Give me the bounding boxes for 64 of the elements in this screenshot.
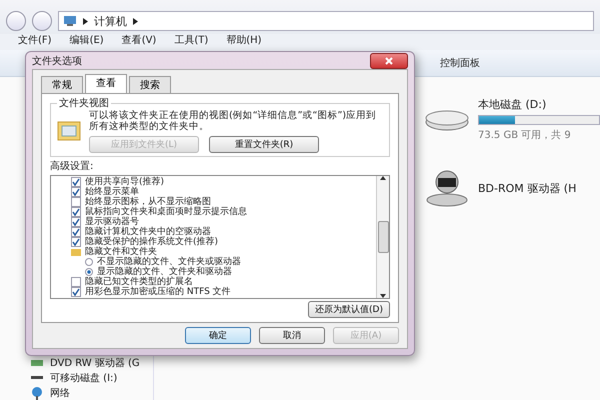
toolbar-button[interactable]: 控制面板 bbox=[440, 56, 480, 70]
checkbox[interactable] bbox=[71, 196, 81, 207]
description-text: 可以将该文件夹正在使用的视图(例如“详细信息”或“图标”)应用到所有这种类型的文件夹中。 bbox=[89, 111, 378, 133]
nav-item[interactable]: 可移动磁盘 (I:) bbox=[50, 371, 118, 385]
menu-item[interactable]: 查看(V) bbox=[122, 35, 156, 47]
close-button[interactable] bbox=[370, 52, 408, 68]
nav-item[interactable]: DVD RW 驱动器 (G bbox=[50, 356, 140, 370]
checkbox[interactable] bbox=[71, 206, 81, 217]
close-icon bbox=[384, 56, 394, 66]
drive-name[interactable]: 本地磁盘 (D:) bbox=[478, 97, 600, 112]
checkbox[interactable] bbox=[71, 236, 81, 247]
restore-defaults-button[interactable]: 还原为默认值(D) bbox=[308, 300, 390, 318]
setting-label: 隐藏计算机文件夹中的空驱动器 bbox=[85, 226, 211, 237]
setting-label: 使用共享向导(推荐) bbox=[85, 176, 164, 187]
tab[interactable]: 常规 bbox=[41, 76, 83, 93]
folder-view-button[interactable]: 重置文件夹(R) bbox=[209, 136, 319, 153]
folder-icon bbox=[71, 248, 81, 256]
folder-icon bbox=[57, 119, 81, 141]
radio-button[interactable] bbox=[85, 258, 93, 266]
menu-item[interactable]: 文件(F) bbox=[18, 35, 52, 47]
menu-item[interactable]: 编辑(E) bbox=[70, 35, 104, 47]
setting-label: 用彩色显示加密或压缩的 NTFS 文件 bbox=[85, 286, 231, 297]
removable-drive-icon bbox=[30, 375, 44, 381]
tab[interactable]: 查看 bbox=[85, 74, 127, 93]
checkbox[interactable] bbox=[71, 276, 81, 287]
scroll-down-icon bbox=[380, 294, 386, 298]
address-path[interactable]: 计算机 bbox=[94, 14, 127, 28]
checkbox[interactable] bbox=[71, 286, 81, 297]
chevron-icon bbox=[83, 18, 88, 24]
dialog-title: 文件夹选项 bbox=[32, 54, 83, 68]
computer-icon bbox=[63, 15, 77, 27]
setting-label: 显示隐藏的文件、文件夹和驱动器 bbox=[97, 266, 232, 277]
dvd-drive-icon bbox=[30, 358, 44, 368]
setting-label: 始终显示菜单 bbox=[85, 186, 139, 197]
scroll-thumb[interactable] bbox=[378, 220, 388, 253]
radio-button[interactable] bbox=[85, 268, 93, 276]
dialog-button[interactable]: 取消 bbox=[259, 326, 325, 344]
checkbox[interactable] bbox=[71, 226, 81, 237]
setting-label: 鼠标指向文件夹和桌面项时显示提示信息 bbox=[85, 206, 247, 217]
nav-item[interactable]: 网络 bbox=[50, 386, 70, 400]
menu-item[interactable]: 帮助(H) bbox=[226, 35, 262, 47]
scrollbar[interactable] bbox=[376, 176, 389, 298]
back-button[interactable] bbox=[6, 11, 26, 31]
drive-space-text: 73.5 GB 可用，共 9 bbox=[478, 128, 572, 142]
chevron-icon bbox=[133, 18, 138, 24]
hard-disk-icon bbox=[424, 108, 470, 132]
setting-label: 始终显示图标，从不显示缩略图 bbox=[85, 196, 211, 207]
setting-label: 隐藏受保护的操作系统文件(推荐) bbox=[85, 236, 218, 247]
setting-label: 隐藏已知文件类型的扩展名 bbox=[85, 276, 193, 287]
setting-label: 不显示隐藏的文件、文件夹或驱动器 bbox=[97, 256, 241, 267]
scroll-up-icon bbox=[380, 176, 386, 180]
setting-label: 隐藏文件和文件夹 bbox=[85, 246, 157, 257]
group-title: 文件夹视图 bbox=[57, 98, 111, 109]
menu-item[interactable]: 工具(T) bbox=[174, 35, 208, 47]
checkbox[interactable] bbox=[71, 186, 81, 197]
checkbox[interactable] bbox=[71, 216, 81, 227]
drive-name[interactable]: BD-ROM 驱动器 (H bbox=[478, 180, 576, 196]
setting-label: 显示驱动器号 bbox=[85, 216, 139, 227]
tab[interactable]: 搜索 bbox=[129, 76, 171, 93]
advanced-settings-label: 高级设置: bbox=[50, 160, 94, 173]
dialog-button[interactable]: 确定 bbox=[185, 326, 251, 344]
forward-button[interactable] bbox=[32, 11, 52, 31]
address-bar[interactable]: 计算机 bbox=[58, 11, 594, 31]
checkbox[interactable] bbox=[71, 176, 81, 187]
